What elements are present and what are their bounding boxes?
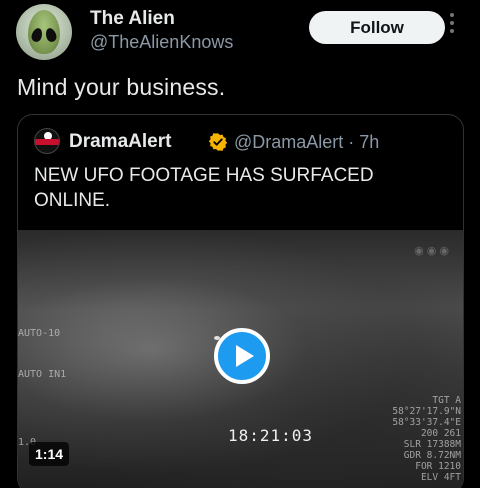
alien-left-eye: [30, 26, 44, 44]
hud-left-label-2: AUTO IN1: [18, 369, 67, 380]
play-icon: [235, 345, 254, 367]
quoted-handle-and-time: @DramaAlert · 7h: [234, 132, 380, 152]
more-options-icon[interactable]: [449, 13, 455, 37]
quoted-tweet-text: NEW UFO FOOTAGE HAS SURFACED ONLINE.: [34, 165, 374, 211]
alien-avatar-icon: [28, 10, 60, 54]
quoted-tweet-card[interactable]: DramaAlert @DramaAlert · 7h NEW UFO FOOT…: [17, 114, 464, 488]
tweet-header: The Alien @TheAlienKnows Follow: [0, 0, 480, 64]
hud-left-label-1: AUTO-10: [18, 328, 61, 339]
quoted-author-name[interactable]: DramaAlert: [69, 131, 171, 153]
author-handle[interactable]: @TheAlienKnows: [90, 32, 233, 53]
author-avatar[interactable]: [16, 4, 72, 60]
play-button[interactable]: [214, 328, 270, 384]
hud-right-readout: TGT A 58°27'17.9"N 58°33'37.4"E 200 261 …: [392, 395, 461, 483]
author-display-name[interactable]: The Alien: [90, 8, 175, 30]
follow-button[interactable]: Follow: [309, 11, 445, 44]
video-duration-badge: 1:14: [29, 442, 70, 466]
quoted-author-avatar[interactable]: [34, 128, 60, 154]
alien-right-eye: [44, 26, 58, 44]
video-watermark-icons: ◉ ◉ ◉: [414, 245, 449, 257]
video-player[interactable]: ◉ ◉ ◉ AUTO-10 AUTO IN1 1.0 TGT A 58°27'1…: [18, 230, 463, 488]
video-timestamp: 18:21:03: [228, 426, 314, 445]
tweet-text: Mind your business.: [17, 74, 226, 100]
verified-badge-icon: [208, 133, 228, 151]
